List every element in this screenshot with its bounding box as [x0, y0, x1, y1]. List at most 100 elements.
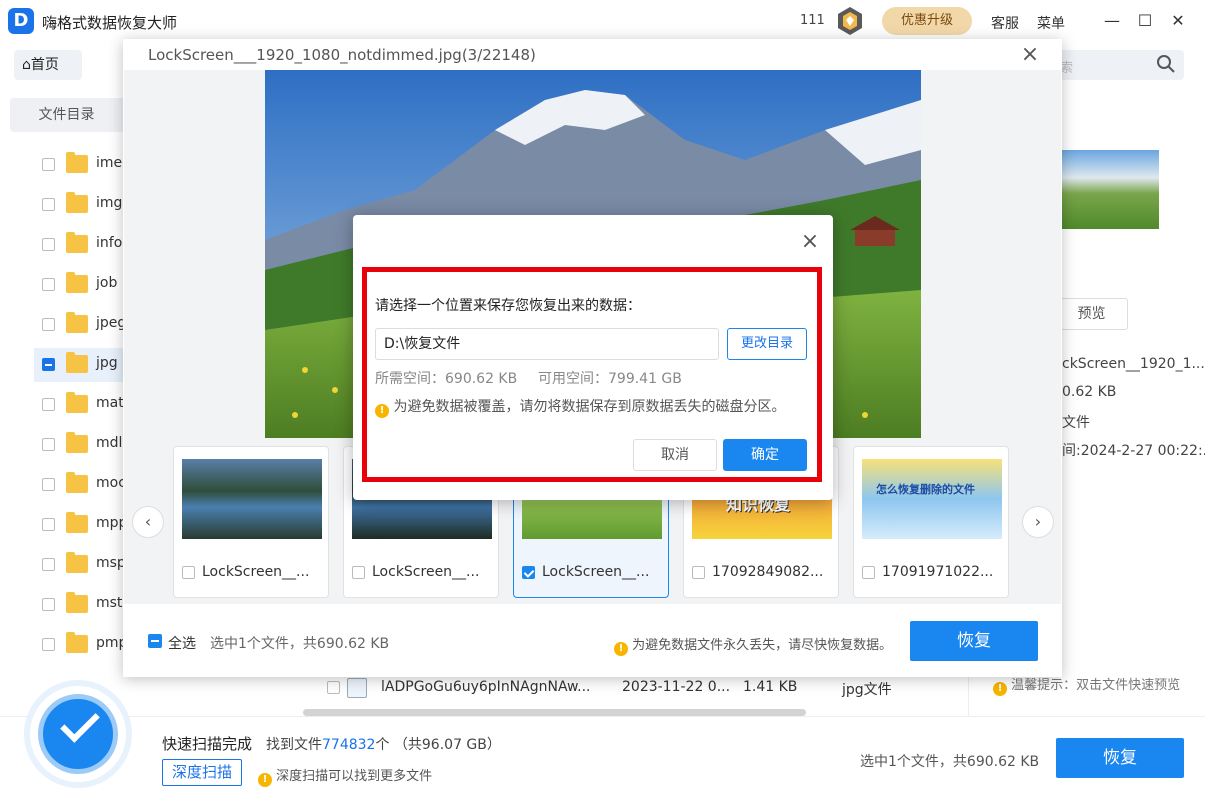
details-thumbnail: [1062, 150, 1159, 229]
folder-checkbox[interactable]: [42, 198, 55, 211]
warning-icon: !: [375, 404, 389, 418]
sidebar-item-jpg[interactable]: jpg: [34, 348, 123, 382]
save-path-input[interactable]: D:\恢复文件: [375, 328, 719, 360]
folder-checkbox[interactable]: [42, 318, 55, 331]
confirm-button[interactable]: 确定: [723, 439, 807, 471]
sidebar-item-info[interactable]: info: [34, 228, 123, 262]
warning-icon: !: [614, 642, 628, 656]
thumbnail-checkbox[interactable]: [692, 566, 705, 579]
thumbnail-name: LockScreen__...: [542, 564, 650, 580]
preview-close-icon[interactable]: ×: [1020, 42, 1040, 67]
select-all-label[interactable]: 全选: [168, 633, 196, 653]
sidebar-item-img[interactable]: img: [34, 188, 123, 222]
folder-checkbox[interactable]: [42, 158, 55, 171]
scan-status: 快速扫描完成: [162, 735, 253, 753]
thumbnail-name: LockScreen__...: [372, 564, 480, 580]
sidebar-item-msp[interactable]: msp: [34, 548, 126, 582]
cancel-button[interactable]: 取消: [633, 439, 717, 471]
folder-checkbox[interactable]: [42, 638, 55, 651]
folder-icon: [66, 632, 88, 653]
found-count: 774832: [322, 737, 376, 753]
sidebar-item-mpp[interactable]: mpp: [34, 508, 127, 542]
deep-scan-button[interactable]: 深度扫描: [162, 759, 242, 786]
change-directory-button[interactable]: 更改目录: [727, 328, 807, 360]
folder-label: info: [96, 235, 123, 251]
minimize-icon[interactable]: —: [1101, 10, 1123, 32]
save-prompt: 请选择一个位置来保存您恢复出来的数据：: [375, 298, 641, 314]
sidebar-item-pmp[interactable]: pmp: [34, 628, 127, 662]
folder-checkbox[interactable]: [42, 398, 55, 411]
details-date: 间:2024-2-27 00:22:...: [1062, 443, 1205, 459]
close-icon[interactable]: ✕: [1167, 10, 1189, 32]
thumbnail-checkbox[interactable]: [522, 566, 535, 579]
folder-label: jpg: [96, 355, 118, 371]
available-space: 可用空间：799.41 GB: [538, 371, 682, 387]
required-space: 所需空间：690.62 KB: [375, 371, 518, 387]
found-files: 找到文件774832个 （共96.07 GB）: [266, 737, 501, 753]
title-bar: [0, 0, 1205, 42]
image-file-icon: [347, 678, 367, 698]
folder-checkbox[interactable]: [42, 358, 55, 371]
folder-label: jpeg: [96, 315, 127, 331]
info-icon: !: [258, 773, 272, 787]
folder-icon: [66, 232, 88, 253]
save-dialog-close-icon[interactable]: ×: [800, 229, 820, 254]
search-icon[interactable]: [1156, 54, 1176, 74]
recover-button[interactable]: 恢复: [1056, 738, 1184, 778]
home-icon: ⌂: [22, 57, 31, 73]
thumbnail-image: [182, 459, 322, 539]
preview-recover-button[interactable]: 恢复: [910, 621, 1038, 661]
folder-checkbox[interactable]: [42, 238, 55, 251]
app-logo: D: [8, 8, 34, 34]
select-all-checkbox[interactable]: [148, 634, 162, 648]
sidebar-item-jpeg[interactable]: jpeg: [34, 308, 127, 342]
folder-checkbox[interactable]: [42, 598, 55, 611]
preview-button[interactable]: 预览: [1055, 298, 1128, 330]
next-arrow-icon[interactable]: ›: [1022, 506, 1054, 538]
details-type: 文件: [1062, 415, 1090, 431]
upgrade-button[interactable]: 优惠升级: [882, 7, 972, 35]
deep-scan-tip: ! 深度扫描可以找到更多文件: [258, 765, 432, 787]
folder-icon: [66, 192, 88, 213]
sidebar-item-mst[interactable]: mst: [34, 588, 123, 622]
folder-checkbox[interactable]: [42, 518, 55, 531]
folder-icon: [66, 432, 88, 453]
thumbnail-card[interactable]: LockScreen__...: [173, 446, 329, 598]
file-row-type: jpg文件: [842, 682, 892, 698]
prev-arrow-icon[interactable]: ‹: [132, 506, 164, 538]
thumbnail-checkbox[interactable]: [352, 566, 365, 579]
folder-icon: [66, 512, 88, 533]
folder-checkbox[interactable]: [42, 438, 55, 451]
sidebar-item-job[interactable]: job: [34, 268, 123, 302]
folder-icon: [66, 392, 88, 413]
file-row-size: 1.41 KB: [743, 679, 798, 695]
folder-icon: [66, 312, 88, 333]
folder-label: msp: [96, 555, 126, 571]
thumbnail-image: 怎么恢复删除的文件: [862, 459, 1002, 539]
folder-checkbox[interactable]: [42, 558, 55, 571]
sidebar-item-mdl[interactable]: mdl: [34, 428, 123, 462]
vip-badge-icon[interactable]: [836, 6, 864, 36]
sidebar-item-ime[interactable]: ime: [34, 148, 123, 182]
sidebar-item-moc[interactable]: moc: [34, 468, 126, 502]
folder-label: mat: [96, 395, 124, 411]
folder-icon: [66, 152, 88, 173]
file-row-name[interactable]: lADPGoGu6uy6pInNAgnNAw...: [381, 679, 591, 695]
menu-button[interactable]: 菜单: [1037, 13, 1065, 33]
folder-label: mdl: [96, 435, 123, 451]
maximize-icon[interactable]: ☐: [1134, 10, 1156, 32]
folder-checkbox[interactable]: [42, 278, 55, 291]
thumbnail-checkbox[interactable]: [182, 566, 195, 579]
thumbnail-card[interactable]: 怎么恢复删除的文件 17091971022...: [853, 446, 1009, 598]
home-label: 首页: [30, 57, 59, 73]
home-button[interactable]: ⌂首页: [14, 50, 82, 80]
customer-service-button[interactable]: 客服: [991, 13, 1019, 33]
thumbnail-name: 17092849082...: [712, 564, 824, 580]
thumbnail-checkbox[interactable]: [862, 566, 875, 579]
sidebar-item-mat[interactable]: mat: [34, 388, 124, 422]
horizontal-scrollbar[interactable]: [303, 709, 806, 716]
selection-info: 选中1个文件，共690.62 KB: [210, 636, 390, 652]
file-row-checkbox[interactable]: [327, 681, 340, 694]
folder-label: mst: [96, 595, 123, 611]
folder-checkbox[interactable]: [42, 478, 55, 491]
